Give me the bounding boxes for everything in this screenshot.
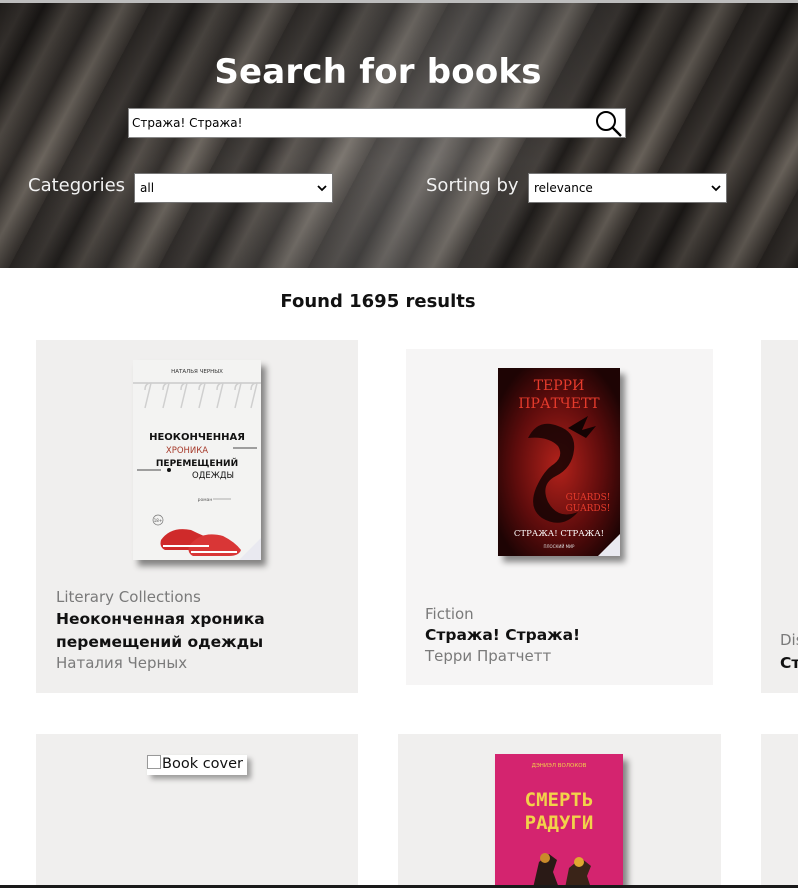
book-card[interactable] [761, 734, 798, 888]
book-category: Fiction [425, 605, 474, 623]
cover-title-line: РАДУГИ [525, 812, 594, 834]
sorting-label: Sorting by [426, 175, 519, 196]
book-category: Literary Collections [56, 588, 201, 606]
cover-title-line: НЕОКОНЧЕННАЯ [149, 432, 245, 443]
book-card[interactable]: НАТАЛЬЯ ЧЕРНЫХ НЕОКОНЧЕННАЯ ХРОНИКА ПЕРЕ… [36, 340, 358, 693]
cover-author-line: ТЕРРИ [534, 378, 585, 394]
search-box [128, 108, 626, 138]
broken-image-icon [147, 755, 161, 769]
book-title[interactable]: Ст [780, 652, 798, 675]
chevron-down-icon [317, 185, 327, 192]
cover-title-line: ОДЕЖДЫ [192, 471, 234, 481]
sorting-select[interactable]: relevance [528, 173, 727, 203]
categories-label: Categories [28, 175, 126, 196]
book-title[interactable]: Стража! Стража! [425, 624, 705, 647]
cover-genre-text: роман [198, 498, 213, 503]
page-curl [598, 534, 620, 556]
chevron-down-icon [711, 185, 721, 192]
book-cover-alt-text: Book cover [162, 756, 244, 772]
cover-orig-line: GUARDS! [566, 504, 611, 514]
cover-title-text: СТРАЖА! СТРАЖА! [514, 529, 604, 539]
search-button[interactable] [593, 109, 625, 137]
book-author: Терри Пратчетт [425, 647, 552, 665]
cover-title-line: ПЕРЕМЕЩЕНИЙ [156, 457, 238, 469]
results-count: Found 1695 results [280, 291, 476, 312]
cover-title-line: СМЕРТЬ [525, 789, 594, 811]
book-cover[interactable]: НАТАЛЬЯ ЧЕРНЫХ НЕОКОНЧЕННАЯ ХРОНИКА ПЕРЕ… [133, 360, 261, 560]
cover-art: ТЕРРИ ПРАТЧЕТТ GUARDS! GUARDS! СТРАЖА! С… [498, 368, 620, 556]
book-card[interactable]: ТЕРРИ ПРАТЧЕТТ GUARDS! GUARDS! СТРАЖА! С… [406, 349, 713, 685]
cover-art: ДЭНИЭЛ ВОЛОКОВ СМЕРТЬ РАДУГИ [495, 754, 623, 888]
cover-art: НАТАЛЬЯ ЧЕРНЫХ НЕОКОНЧЕННАЯ ХРОНИКА ПЕРЕ… [133, 360, 261, 560]
page-title: Search for books [214, 52, 542, 92]
cover-author-line: ПРАТЧЕТТ [518, 396, 600, 412]
book-card[interactable]: ДЭНИЭЛ ВОЛОКОВ СМЕРТЬ РАДУГИ [398, 734, 721, 888]
cover-orig-line: GUARDS! [566, 493, 611, 503]
cover-series-text: ПЛОСКИЙ МИР [544, 544, 575, 549]
book-cover[interactable]: ДЭНИЭЛ ВОЛОКОВ СМЕРТЬ РАДУГИ [495, 754, 623, 888]
page-curl [239, 538, 261, 560]
sorting-select-value: relevance [534, 181, 593, 195]
cover-author-text: ДЭНИЭЛ ВОЛОКОВ [532, 763, 587, 769]
book-card[interactable]: Dis Ст [761, 340, 798, 693]
book-author: Наталия Черных [56, 654, 188, 672]
cover-author-text: НАТАЛЬЯ ЧЕРНЫХ [171, 369, 223, 375]
cover-age-text: 18+ [154, 518, 162, 523]
book-cover[interactable]: ТЕРРИ ПРАТЧЕТТ GUARDS! GUARDS! СТРАЖА! С… [498, 368, 620, 556]
search-icon [596, 111, 622, 137]
search-input[interactable] [129, 109, 595, 137]
book-title[interactable]: Неоконченная хроника перемещений одежды [56, 608, 346, 654]
cover-title-line: ХРОНИКА [166, 446, 208, 456]
categories-select-value: all [140, 181, 155, 195]
book-cover-alt[interactable]: Book cover [147, 755, 247, 775]
book-category: Dis [780, 631, 798, 649]
categories-select[interactable]: all [134, 173, 333, 203]
